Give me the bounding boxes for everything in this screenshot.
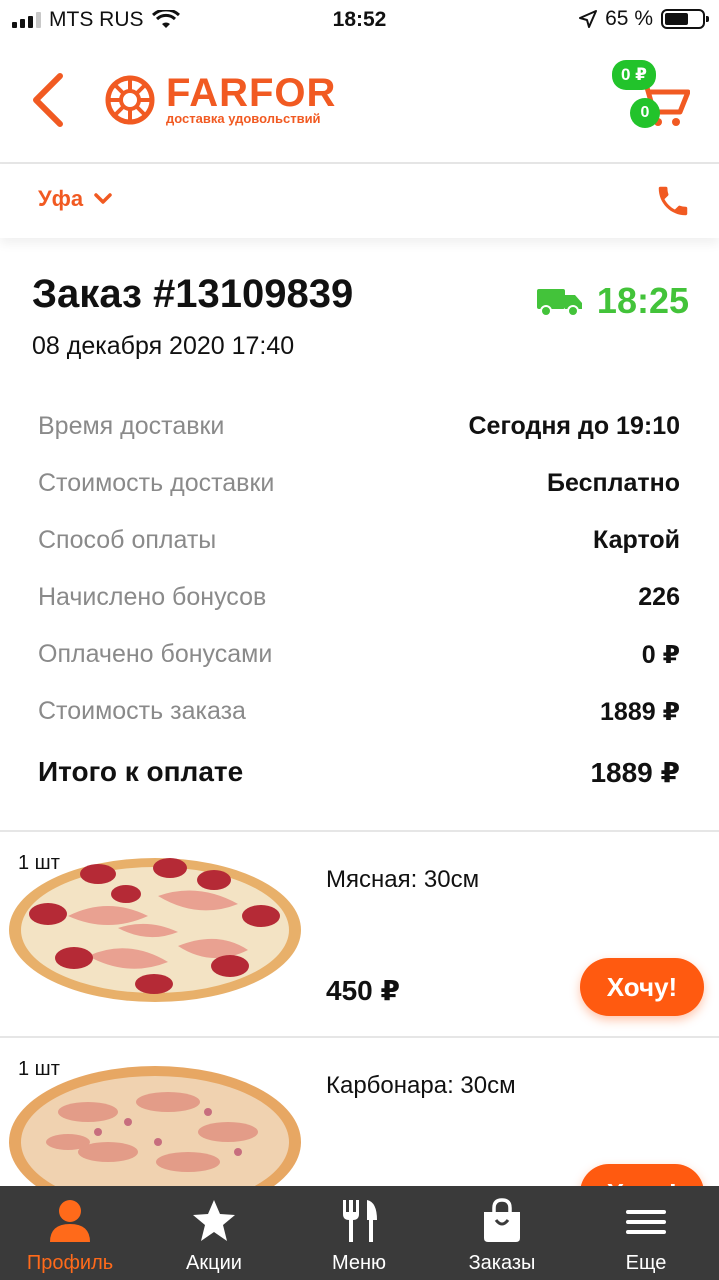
detail-label: Стоимость доставки bbox=[38, 469, 275, 497]
eta-time: 18:25 bbox=[596, 280, 689, 321]
detail-value: 226 bbox=[638, 583, 680, 611]
truck-icon bbox=[536, 289, 582, 317]
city-bar: Уфа bbox=[0, 164, 719, 238]
tab-promotions[interactable]: Акции bbox=[154, 1186, 274, 1280]
order-total: Итого к оплате 1889 ₽ bbox=[38, 756, 680, 789]
item-quantity: 1 шт bbox=[18, 1058, 60, 1080]
total-value: 1889 ₽ bbox=[590, 757, 680, 788]
fork-knife-icon bbox=[343, 1200, 377, 1242]
tab-profile[interactable]: Профиль bbox=[10, 1186, 130, 1280]
order-details: Время доставки Сегодня до 19:10 Стоимость… bbox=[38, 398, 680, 740]
order-date: 08 декабря 2020 17:40 bbox=[32, 332, 295, 360]
tab-menu[interactable]: Меню bbox=[299, 1186, 419, 1280]
detail-row: Способ оплаты Картой bbox=[38, 512, 680, 569]
phone-icon[interactable] bbox=[654, 182, 692, 220]
tab-more[interactable]: Еще bbox=[586, 1186, 706, 1280]
detail-row: Время доставки Сегодня до 19:10 bbox=[38, 398, 680, 455]
logo-name: FARFOR bbox=[166, 71, 337, 115]
chevron-down-icon bbox=[94, 193, 112, 204]
tab-label: Меню bbox=[331, 1252, 387, 1274]
cart-count-badge: 0 bbox=[630, 98, 660, 128]
item-name: Карбонара: 30см bbox=[326, 1072, 516, 1099]
detail-value: Сегодня до 19:10 bbox=[468, 412, 680, 440]
back-button[interactable] bbox=[26, 70, 70, 130]
logo-mark-icon bbox=[105, 75, 155, 125]
city-name: Уфа bbox=[38, 186, 84, 211]
detail-label: Начислено бонусов bbox=[38, 583, 267, 611]
total-label: Итого к оплате bbox=[38, 756, 244, 787]
item-price: 450 ₽ bbox=[326, 975, 400, 1006]
detail-label: Оплачено бонусами bbox=[38, 640, 273, 668]
detail-row: Стоимость доставки Бесплатно bbox=[38, 455, 680, 512]
detail-label: Время доставки bbox=[38, 412, 225, 440]
tab-bar: Профиль Акции Меню Заказы Еще bbox=[0, 1186, 719, 1280]
detail-label: Способ оплаты bbox=[38, 526, 217, 554]
profile-icon bbox=[50, 1200, 90, 1242]
tab-label: Заказы bbox=[468, 1252, 536, 1274]
battery-percent: 65 % bbox=[605, 7, 653, 30]
shopping-bag-icon bbox=[484, 1198, 520, 1242]
order-item: 1 шт Мясная: 30см 450 ₽ Хочу! bbox=[0, 830, 719, 1037]
order-title: Заказ #13109839 bbox=[32, 272, 354, 316]
detail-row: Оплачено бонусами 0 ₽ bbox=[38, 626, 680, 683]
tab-label: Профиль bbox=[26, 1252, 114, 1274]
cart-total-badge: 0 ₽ bbox=[612, 60, 657, 90]
detail-row: Начислено бонусов 226 bbox=[38, 569, 680, 626]
app-header: FARFOR доставка удовольствий 0 ₽ 0 bbox=[0, 40, 719, 164]
detail-value: Бесплатно bbox=[547, 469, 680, 497]
detail-value: 0 ₽ bbox=[641, 640, 680, 669]
tab-label: Еще bbox=[625, 1252, 667, 1274]
tab-label: Акции bbox=[186, 1252, 242, 1274]
item-name: Мясная: 30см bbox=[326, 866, 480, 893]
status-bar: MTS RUS 18:52 65 % bbox=[0, 0, 719, 40]
detail-label: Стоимость заказа bbox=[38, 697, 246, 725]
detail-value: Картой bbox=[593, 526, 680, 554]
want-button[interactable]: Хочу! bbox=[580, 958, 704, 1016]
detail-row: Стоимость заказа 1889 ₽ bbox=[38, 683, 680, 740]
battery-info: 65 % bbox=[579, 7, 709, 31]
battery-icon bbox=[661, 9, 709, 29]
location-arrow-icon bbox=[579, 10, 598, 28]
detail-value: 1889 ₽ bbox=[600, 697, 680, 726]
star-icon bbox=[193, 1200, 235, 1241]
city-selector[interactable]: Уфа bbox=[38, 186, 113, 212]
farfor-logo: FARFOR доставка удовольствий bbox=[104, 70, 336, 130]
logo-tagline: доставка удовольствий bbox=[166, 111, 321, 126]
tab-orders[interactable]: Заказы bbox=[442, 1186, 562, 1280]
item-quantity: 1 шт bbox=[18, 852, 60, 874]
cart-button[interactable]: 0 ₽ 0 bbox=[612, 58, 692, 138]
menu-icon bbox=[626, 1210, 666, 1234]
delivery-eta: 18:25 bbox=[536, 280, 689, 322]
